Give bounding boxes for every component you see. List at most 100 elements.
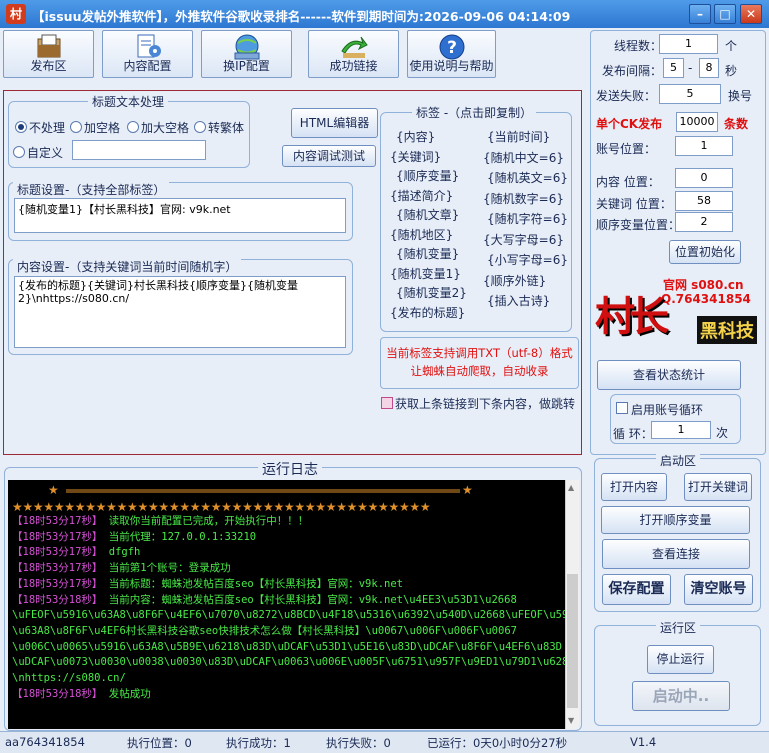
log-line: 【18时53分17秒】 读取你当前配置已完成，开始执行中！！！ (12, 514, 308, 530)
log-scrollbar[interactable]: ▲ ▼ (565, 480, 579, 729)
scroll-up-icon[interactable]: ▲ (568, 483, 574, 492)
tag-item[interactable]: {插入古诗} (487, 292, 550, 309)
title-bar: 村 【issuu发帖外推软件】，外推软件谷歌收录排名------软件到期时间为:… (0, 0, 769, 28)
log-line: \uFEOF\u5916\u63A8\u8F6F\u4EF6\u7070\u82… (12, 608, 579, 624)
tag-item[interactable]: {当前时间} (487, 128, 550, 145)
scroll-down-icon[interactable]: ▼ (568, 716, 574, 725)
keyword-pos-label: 关键词 位置： (596, 197, 672, 211)
maximize-button[interactable]: □ (714, 4, 736, 24)
content-line-2: 2}\nhttps://s080.cn/ (18, 292, 130, 305)
tag-item[interactable]: {大写字母=6} (483, 231, 564, 248)
log-message: \u006C\u0065\u5916\u63A8\u5B9E\u6218\u83… (12, 640, 562, 653)
tag-item[interactable]: {顺序变量} (396, 167, 459, 184)
custom-process-input[interactable] (72, 140, 206, 160)
stop-run-button[interactable]: 停止运行 (647, 645, 714, 674)
run-area-label: 运行区 (656, 619, 701, 636)
keyword-pos-input[interactable]: 58 (675, 191, 733, 211)
content-pos-label: 内容 位置： (596, 175, 660, 189)
loop-count-input[interactable]: 1 (651, 421, 711, 439)
open-order-variable-button[interactable]: 打开顺序变量 (601, 506, 750, 534)
radio-custom[interactable] (13, 146, 25, 158)
loop-checkbox[interactable] (616, 402, 628, 414)
tag-item[interactable]: {随机数字=6} (483, 190, 564, 207)
tag-item[interactable]: {随机中文=6} (483, 149, 564, 166)
open-keywords-button[interactable]: 打开关键词 (684, 473, 752, 501)
log-message: 当前代理：127.0.0.1:33210 (108, 530, 257, 543)
starting-button[interactable]: 启动中.. (632, 681, 730, 711)
fail-label: 发送失败： (596, 89, 657, 103)
tag-item[interactable]: {随机英文=6} (487, 169, 568, 186)
tag-item[interactable]: {发布的标题} (390, 304, 465, 321)
html-editor-button[interactable]: HTML编辑器 (291, 108, 378, 138)
tag-item[interactable]: {随机变量1} (390, 265, 461, 282)
tag-item[interactable]: {小写字母=6} (487, 251, 568, 268)
ck-label: 单个CK发布 (596, 117, 663, 131)
view-links-button[interactable]: 查看连接 (602, 539, 750, 569)
toolbar-ip-config-button[interactable]: 换IP配置 (201, 30, 292, 78)
content-pos-input[interactable]: 0 (675, 168, 733, 188)
log-timestamp: 【18时53分18秒】 (12, 593, 103, 606)
fail-input[interactable]: 5 (659, 84, 721, 104)
radio-no-process-label: 不处理 (29, 121, 66, 135)
tag-item[interactable]: {随机变量2} (396, 284, 467, 301)
content-test-button[interactable]: 内容调试测试 (282, 145, 376, 167)
log-line: 【18时53分17秒】 当前标题：蜘蛛池发帖百度seo【村长黑科技】官网：v9k… (12, 577, 403, 593)
clear-accounts-button[interactable]: 清空账号 (684, 574, 753, 605)
tag-item[interactable]: {随机地区} (390, 226, 453, 243)
interval-unit: 秒 (725, 64, 738, 78)
content-line-1: {发布的标题}{关键词}村长黑科技{顺序变量}{随机变量 (18, 279, 298, 292)
status-account: aa764341854 (5, 735, 85, 749)
order-pos-label: 顺序变量位置： (596, 218, 681, 232)
log-line: \u63A8\u8F6F\u4EF6村长黑科技谷歌seo快排技术怎么做【村长黑科… (12, 624, 517, 640)
interval-max-input[interactable]: 8 (699, 58, 719, 78)
tag-item[interactable]: {描述简介} (390, 187, 453, 204)
log-timestamp: 【18时53分17秒】 (12, 577, 103, 590)
notice-line-2: 让蜘蛛自动爬取，自动收录 (410, 364, 549, 378)
interval-min-input[interactable]: 5 (663, 58, 684, 78)
app-icon: 村 (6, 4, 26, 24)
content-setting-label: 内容设置-（支持关键词当前时间随机字） (13, 258, 242, 275)
close-button[interactable]: ✕ (740, 4, 762, 24)
toolbar-publish-button[interactable]: 发布区 (3, 30, 94, 78)
logo-qq: Q.764341854 (661, 292, 751, 306)
tag-item[interactable]: {随机文章} (396, 206, 459, 223)
chain-link-checkbox[interactable] (381, 397, 393, 409)
tag-item[interactable]: {顺序外链} (483, 272, 546, 289)
radio-no-process[interactable] (15, 121, 27, 133)
radio-add-space[interactable] (70, 121, 82, 133)
scroll-thumb[interactable] (567, 574, 578, 708)
log-line: 【18时53分18秒】 发帖成功 (12, 687, 151, 703)
radio-traditional[interactable] (194, 121, 206, 133)
threads-input[interactable]: 1 (659, 34, 718, 54)
loop-count-unit: 次 (716, 426, 729, 440)
status-bar: aa764341854 执行位置：0 执行成功：1 执行失败：0 已运行：0天0… (0, 731, 769, 753)
loop-count-label: 循 环： (613, 427, 653, 441)
window-title: 【issuu发帖外推软件】，外推软件谷歌收录排名------软件到期时间为:20… (32, 9, 571, 24)
account-pos-label: 账号位置： (596, 142, 657, 156)
order-pos-input[interactable]: 2 (675, 212, 733, 232)
content-setting-textarea[interactable]: {发布的标题}{关键词}村长黑科技{顺序变量}{随机变量 2}\nhttps:/… (14, 276, 346, 348)
run-log-console: ★ ★ ★★★★★★★★★★★★★★★★★★★★★★★★★★★★★★★★★★★★… (8, 480, 579, 729)
account-pos-input[interactable]: 1 (675, 136, 733, 156)
title-setting-textarea[interactable]: {随机变量1}【村长黑科技】官网: v9k.net (14, 198, 346, 233)
log-message: 当前标题：蜘蛛池发帖百度seo【村长黑科技】官网：v9k.net (108, 577, 403, 590)
log-line: \uDCAF\u0073\u0030\u0038\u0030\u83D\uDCA… (12, 655, 575, 671)
radio-custom-label: 自定义 (27, 146, 64, 160)
tag-item[interactable]: {随机变量} (396, 245, 459, 262)
status-exec-success: 执行成功：1 (226, 736, 291, 750)
reset-position-button[interactable]: 位置初始化 (669, 240, 741, 264)
tag-item[interactable]: {关键词} (390, 148, 441, 165)
view-stats-button[interactable]: 查看状态统计 (597, 360, 741, 390)
tag-item[interactable]: {内容} (396, 128, 435, 145)
svg-text:★★★★★★★★★★★★★★★★★★★★★★★★★★★★★★: ★★★★★★★★★★★★★★★★★★★★★★★★★★★★★★★★★★★★★★★★ (12, 500, 430, 514)
minimize-button[interactable]: – (689, 4, 711, 24)
toolbar-success-links-button[interactable]: 成功链接 (308, 30, 399, 78)
radio-add-big-space[interactable] (127, 121, 139, 133)
toolbar-content-config-button[interactable]: 内容配置 (102, 30, 193, 78)
ck-input[interactable]: 10000 (676, 112, 718, 132)
save-config-button[interactable]: 保存配置 (602, 574, 671, 605)
toolbar-help-button[interactable]: ? 使用说明与帮助 (407, 30, 496, 78)
tag-item[interactable]: {随机字符=6} (487, 210, 568, 227)
svg-text:★: ★ (462, 483, 473, 497)
open-content-button[interactable]: 打开内容 (601, 473, 667, 501)
